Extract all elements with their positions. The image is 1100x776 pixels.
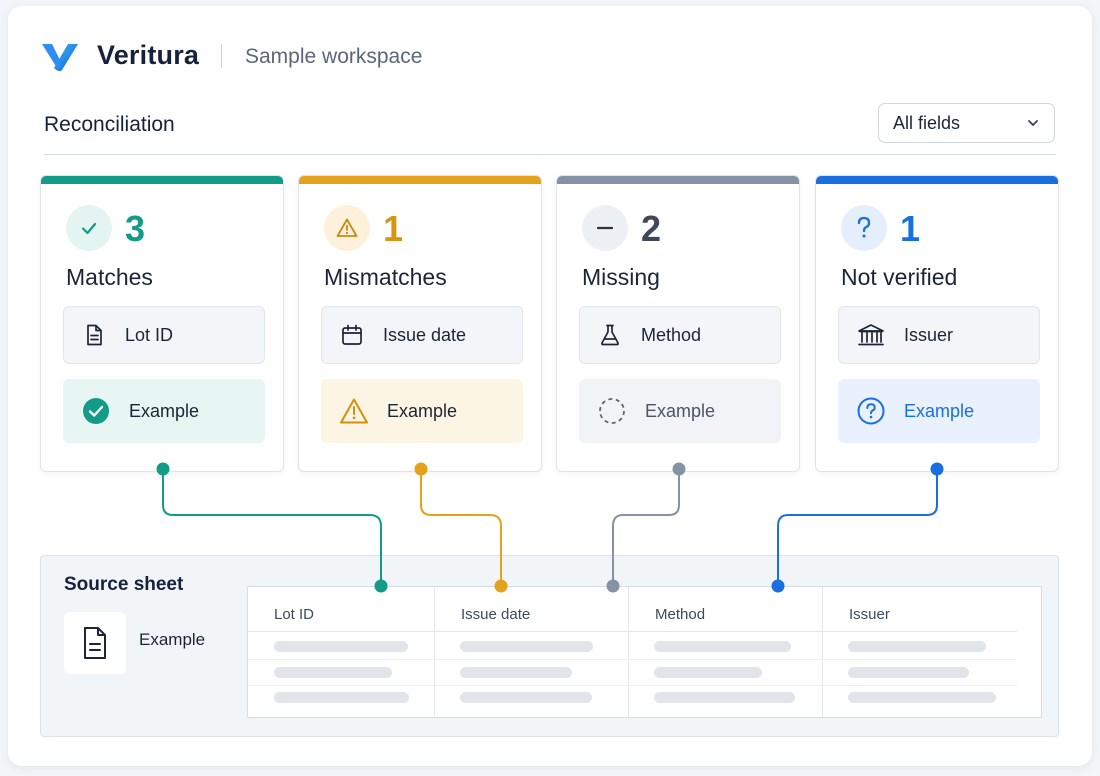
connector-matches xyxy=(162,469,382,586)
connector-dot xyxy=(606,579,620,593)
connector-not-verified xyxy=(777,469,938,586)
connector-mismatches xyxy=(420,469,502,586)
connector-dot xyxy=(414,462,428,476)
connector-dot xyxy=(771,579,785,593)
connector-dot xyxy=(156,462,170,476)
connector-dot xyxy=(672,462,686,476)
card-to-column-connectors xyxy=(156,462,944,593)
connector-dot xyxy=(930,462,944,476)
connector-dot xyxy=(374,579,388,593)
connector-dot xyxy=(494,579,508,593)
connector-missing xyxy=(612,469,680,586)
